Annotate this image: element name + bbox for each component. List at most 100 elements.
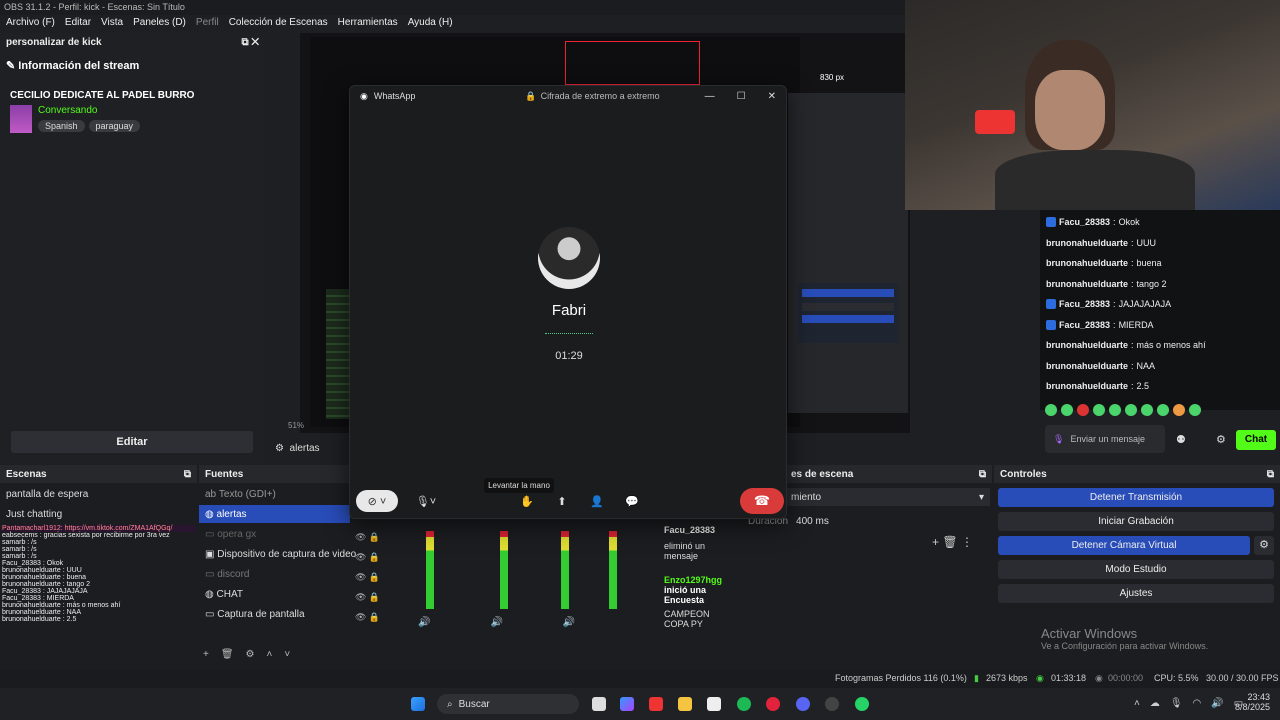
menu-coleccion[interactable]: Colección de Escenas xyxy=(229,17,328,31)
edit-button[interactable]: Editar xyxy=(11,431,253,453)
mini-chat: Facu_28383 eliminó un mensaje Enzo1297hg… xyxy=(640,525,735,665)
trash-icon[interactable]: 🗑 xyxy=(221,649,234,660)
trash-icon[interactable]: 🗑 xyxy=(942,535,957,549)
video-off-icon[interactable]: ⊘ ˅ xyxy=(356,490,398,512)
emote-icon[interactable] xyxy=(1061,404,1073,416)
menu-editar[interactable]: Editar xyxy=(65,17,91,31)
more-icon[interactable]: ⋮ xyxy=(961,535,973,549)
whatsapp-taskbar-icon[interactable] xyxy=(855,697,869,711)
emote-icon[interactable] xyxy=(1109,404,1121,416)
source-label: Dispositivo de captura de video xyxy=(217,548,357,560)
emote-icon[interactable] xyxy=(1077,404,1089,416)
emote-icon[interactable] xyxy=(1141,404,1153,416)
emote-icon[interactable] xyxy=(1093,404,1105,416)
close-icon[interactable]: ✕ xyxy=(251,37,259,48)
chat-text: buena xyxy=(1136,258,1162,269)
menu-paneles[interactable]: Paneles (D) xyxy=(133,17,186,31)
mic-icon[interactable]: 🎙˅ xyxy=(406,490,446,512)
close-icon[interactable]: ✕ xyxy=(768,91,776,102)
sources-title: Fuentes xyxy=(205,468,244,480)
menu-ayuda[interactable]: Ayuda (H) xyxy=(408,17,453,31)
gear-icon[interactable]: ⚙ xyxy=(1216,433,1226,446)
obs-icon[interactable] xyxy=(825,697,839,711)
menu-perfil[interactable]: Perfil xyxy=(196,17,219,31)
volume-icon[interactable]: 🔊 xyxy=(1211,698,1223,709)
add-person-icon[interactable]: 👤 xyxy=(586,490,608,512)
taskbar-search[interactable]: ⌕ Buscar xyxy=(437,694,579,714)
preview-source-name: alertas xyxy=(289,443,320,454)
chevron-up-icon[interactable]: ˄ xyxy=(1134,698,1140,709)
call-duration: 01:29 xyxy=(555,350,583,362)
transition-select[interactable]: miento ▾ xyxy=(785,488,990,506)
chat-user: brunonahuelduarte xyxy=(1046,381,1129,392)
raise-hand-icon[interactable]: ✋ xyxy=(516,490,538,512)
scene-item[interactable]: pantalla de espera xyxy=(0,485,197,503)
spotify-icon[interactable] xyxy=(737,697,751,711)
add-icon[interactable]: + xyxy=(932,535,939,549)
pencil-icon: ✎ xyxy=(6,60,16,72)
emote-icon[interactable] xyxy=(1045,404,1057,416)
contact-avatar xyxy=(538,227,600,289)
folder-icon[interactable] xyxy=(678,697,692,711)
studio-mode-button[interactable]: Modo Estudio xyxy=(998,560,1274,579)
windows-start-icon[interactable] xyxy=(411,697,425,711)
gear-icon[interactable]: ⚙ xyxy=(1254,536,1274,555)
start-recording-button[interactable]: Iniciar Grabación xyxy=(998,512,1274,531)
chat-log-line: samarb : /s xyxy=(2,546,37,553)
whatsapp-titlebar: ◉ WhatsApp 🔒 Cifrada de extremo a extrem… xyxy=(350,86,786,106)
speaker-icon[interactable]: 🔊 xyxy=(418,617,430,628)
chat-text: tango 2 xyxy=(1136,278,1167,289)
emote-icon[interactable] xyxy=(1173,404,1185,416)
wifi-icon[interactable]: ◠ xyxy=(1193,698,1202,709)
capcut-icon[interactable] xyxy=(707,697,721,711)
speaker-icon[interactable]: 🔊 xyxy=(563,617,575,628)
chevron-down-icon[interactable]: ˅ xyxy=(284,649,290,660)
menu-herramientas[interactable]: Herramientas xyxy=(338,17,398,31)
gear-icon[interactable]: ⚙ xyxy=(246,649,255,660)
float-icon[interactable]: ⧉ xyxy=(241,37,248,48)
browser-icon: ◍ xyxy=(205,588,217,600)
search-icon: ⌕ xyxy=(447,698,453,710)
settings-button[interactable]: Ajustes xyxy=(998,584,1274,603)
menu-vista[interactable]: Vista xyxy=(101,17,123,31)
chat-log-line: Facu_28383 : JAJAJAJAJA xyxy=(2,588,88,595)
live-time: 01:33:18 xyxy=(1051,673,1087,683)
mic-icon: 🎙 xyxy=(1053,433,1065,444)
menu-archivo[interactable]: Archivo (F) xyxy=(6,17,55,31)
emote-icon[interactable] xyxy=(1189,404,1201,416)
maximize-icon[interactable]: ☐ xyxy=(737,91,746,102)
emote-icon[interactable] xyxy=(1157,404,1169,416)
chat-icon[interactable]: 💬 xyxy=(621,490,643,512)
share-screen-icon[interactable]: ⬆ xyxy=(551,490,573,512)
discord-icon[interactable] xyxy=(796,697,810,711)
scenes-header: Escenas ⧉ xyxy=(0,465,197,483)
cloud-icon[interactable]: ☁ xyxy=(1150,698,1160,709)
chat-users-icon[interactable]: ⚉ xyxy=(1176,433,1186,446)
add-icon[interactable]: + xyxy=(203,649,209,660)
source-item-selected[interactable]: ◍ alertas xyxy=(199,505,350,523)
opera-icon[interactable] xyxy=(766,697,780,711)
chat-send-button[interactable]: Chat xyxy=(1236,430,1276,450)
chat-message: brunonahuelduarte: UUU xyxy=(1046,237,1157,248)
wps-icon[interactable] xyxy=(649,697,663,711)
scene-item[interactable]: Just chatting xyxy=(0,505,197,523)
speaker-icon[interactable]: 🔊 xyxy=(490,617,502,628)
mic-icon[interactable]: 🎙 xyxy=(1170,698,1183,709)
chat-input[interactable]: 🎙 Enviar un mensaje xyxy=(1045,425,1165,453)
task-view-icon[interactable] xyxy=(592,697,606,711)
clock[interactable]: 23:43 8/8/2025 xyxy=(1226,692,1270,712)
emote-icon[interactable] xyxy=(1125,404,1137,416)
copilot-icon[interactable] xyxy=(620,697,634,711)
minimize-icon[interactable]: — xyxy=(705,91,715,102)
stop-virtual-camera-button[interactable]: Detener Cámara Virtual xyxy=(998,536,1250,555)
float-icon[interactable]: ⧉ xyxy=(979,469,986,480)
float-icon[interactable]: ⧉ xyxy=(184,469,191,480)
live-icon: ◉ xyxy=(1036,673,1044,683)
browser-icon: ◍ xyxy=(205,508,217,520)
chevron-up-icon[interactable]: ˄ xyxy=(267,649,273,660)
float-icon[interactable]: ⧉ xyxy=(1267,469,1274,480)
end-call-icon[interactable]: ☎ xyxy=(740,488,784,514)
stop-stream-button[interactable]: Detener Transmisión xyxy=(998,488,1274,507)
source-visibility-toggles[interactable]: 👁 🔒 👁 🔒 👁 🔒 👁 🔒 👁 🔒 xyxy=(355,527,380,627)
chat-text: UUU xyxy=(1136,237,1157,248)
